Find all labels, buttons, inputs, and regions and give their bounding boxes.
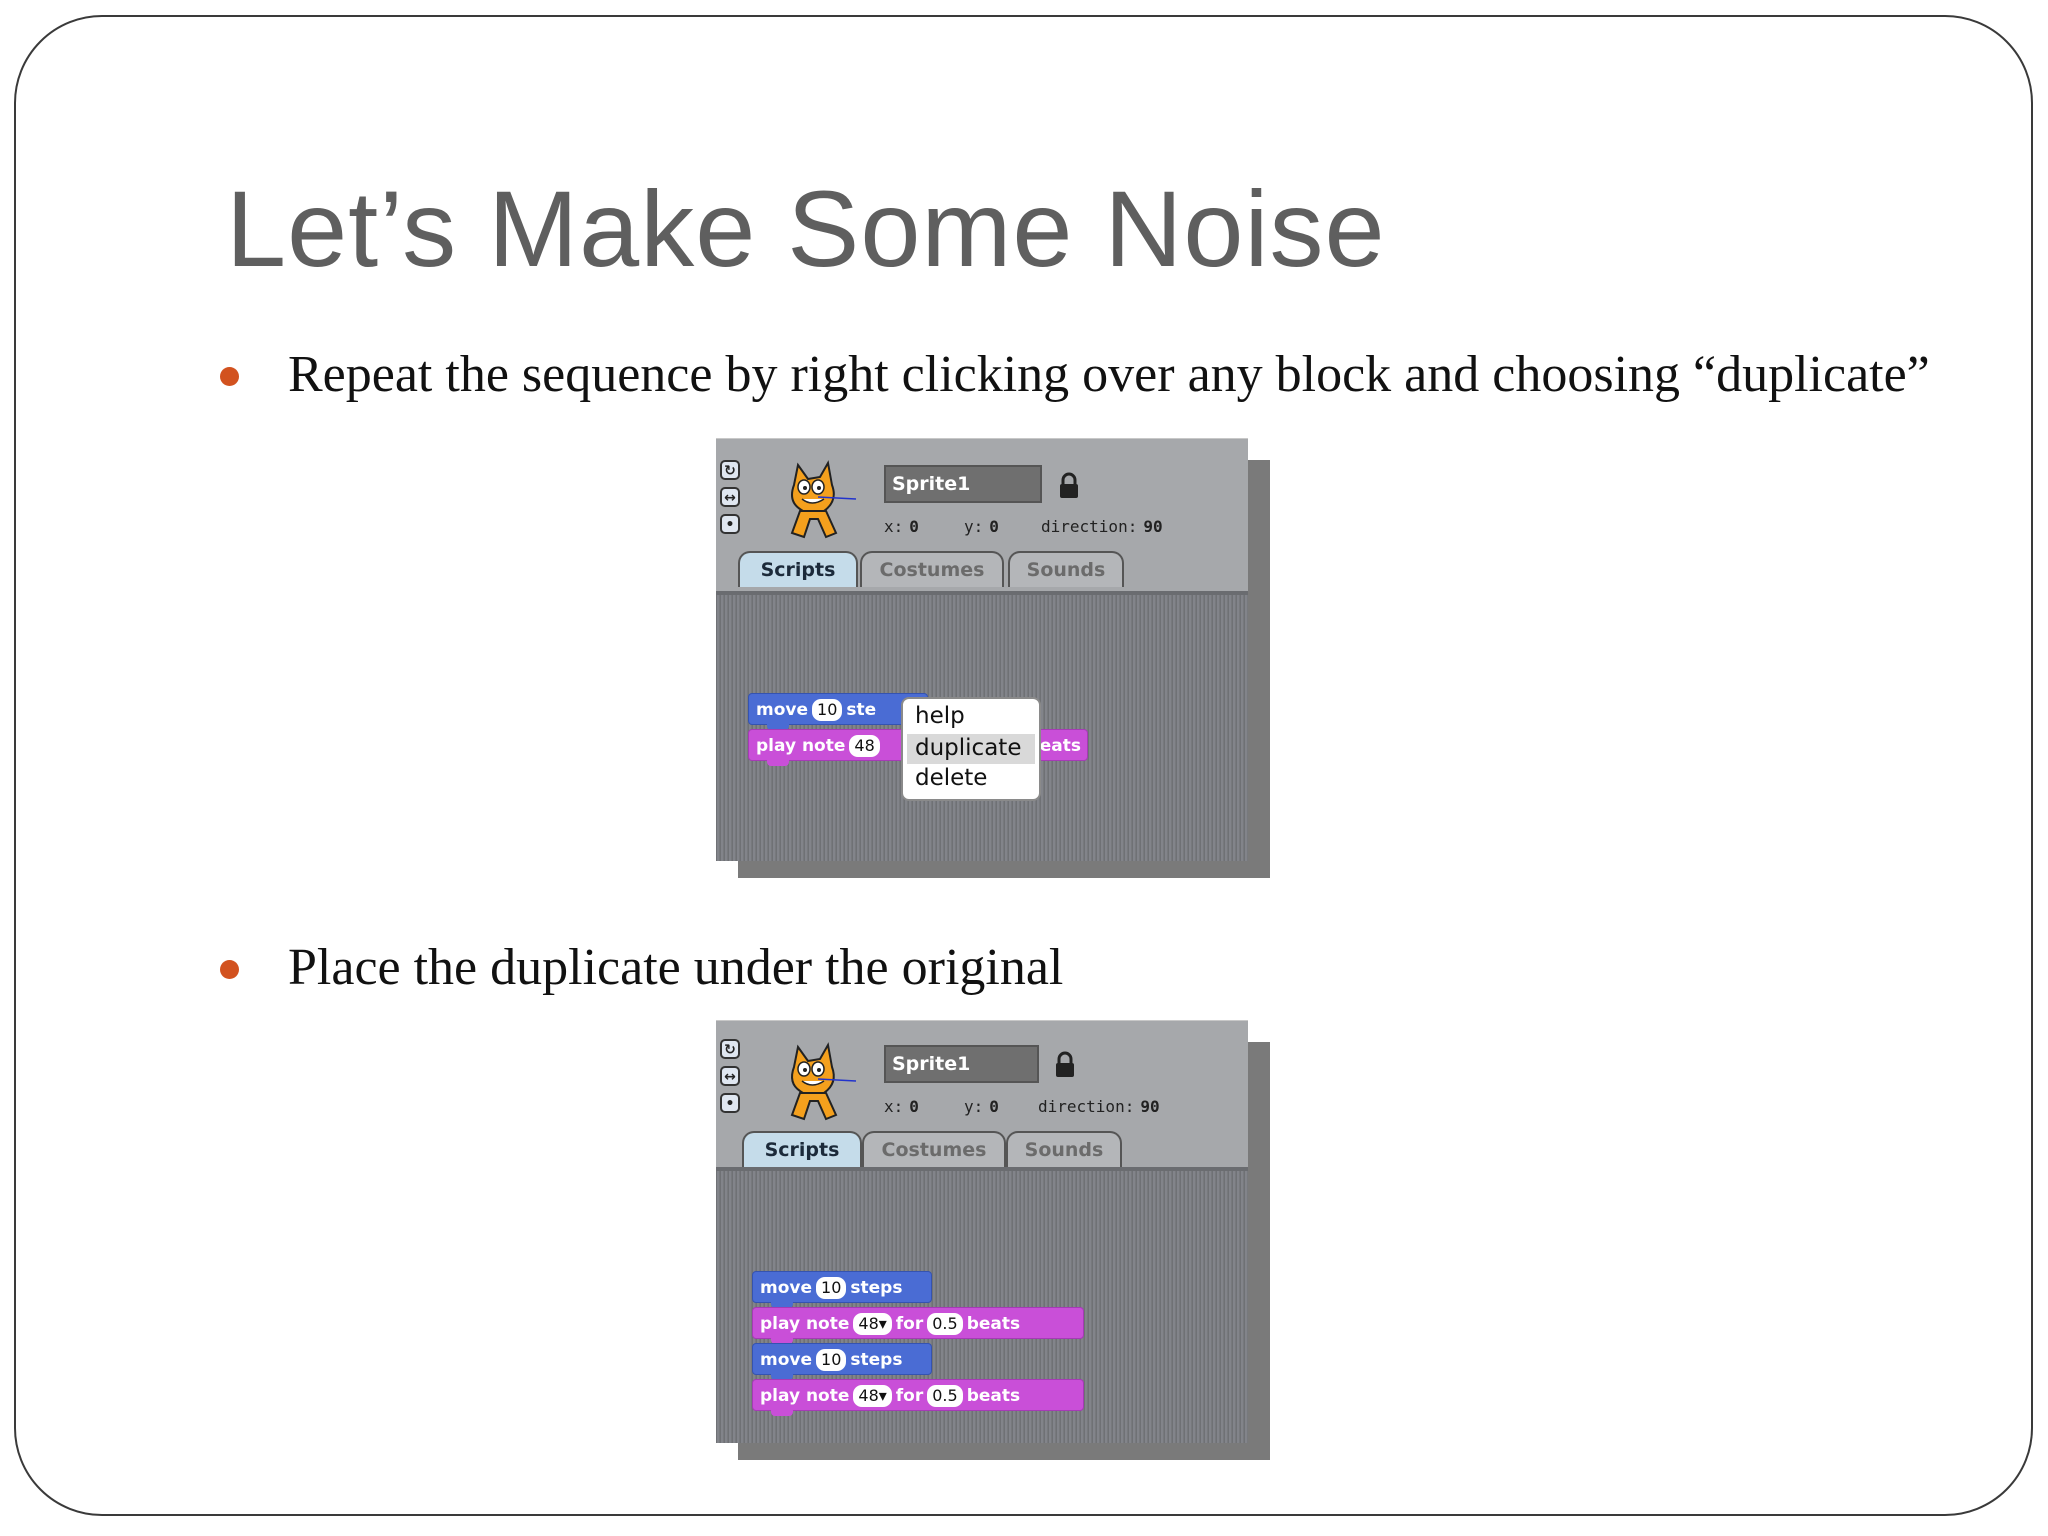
tab-scripts[interactable]: Scripts (738, 551, 858, 587)
no-rotate-tool-icon[interactable]: • (720, 514, 740, 534)
bullet-dot (220, 960, 239, 979)
y-readout: y: 0 (964, 517, 999, 536)
bullet-text: Repeat the sequence by right clicking ov… (288, 346, 1930, 403)
sprite-name-field[interactable]: Sprite1 (884, 1045, 1039, 1083)
flip-tool-icon[interactable]: ↔ (720, 1066, 740, 1086)
tab-costumes[interactable]: Costumes (860, 551, 1004, 587)
tab-sounds[interactable]: Sounds (1008, 551, 1124, 587)
sprite-name-field[interactable]: Sprite1 (884, 465, 1042, 503)
no-rotate-tool-icon[interactable]: • (720, 1093, 740, 1113)
context-menu: help duplicate delete (901, 697, 1041, 801)
scratch-window: ↻ ↔ • Sprite1 x: 0 y: 0 direction: 90 Scrip… (716, 1020, 1248, 1443)
lock-icon[interactable] (1058, 472, 1080, 500)
menu-item-duplicate[interactable]: duplicate (915, 735, 1021, 761)
menu-item-help[interactable]: help (915, 703, 965, 729)
rotate-tool-icon[interactable]: ↻ (720, 460, 740, 480)
cat-sprite-icon (790, 1042, 857, 1121)
menu-item-delete[interactable]: delete (915, 765, 987, 791)
play-note-block[interactable]: play note 48▾ for 0.5 beats (752, 1307, 1084, 1344)
bullet-text: Place the duplicate under the original (288, 939, 1064, 996)
scratch-window: ↻ ↔ • Sprite1 x: 0 y: 0 direction: 90 Scrip… (716, 438, 1248, 861)
cat-sprite-icon (790, 460, 857, 539)
lock-icon[interactable] (1054, 1051, 1076, 1079)
scratch-panel-duplicated: ↻ ↔ • Sprite1 x: 0 y: 0 direction: 90 Scrip… (716, 1020, 1270, 1460)
tab-scripts[interactable]: Scripts (742, 1131, 862, 1167)
move-block[interactable]: move 10 steps (752, 1271, 932, 1308)
flip-tool-icon[interactable]: ↔ (720, 487, 740, 507)
tab-costumes[interactable]: Costumes (862, 1131, 1006, 1167)
direction-readout: direction: 90 (1041, 517, 1163, 536)
bullet-dot (220, 367, 239, 386)
y-readout: y: 0 (964, 1097, 999, 1116)
scratch-panel-context-menu: ↻ ↔ • Sprite1 x: 0 y: 0 direction: 90 Scrip… (716, 438, 1270, 878)
tab-sounds[interactable]: Sounds (1006, 1131, 1122, 1167)
play-note-block[interactable]: play note 48▾ for 0.5 beats (752, 1379, 1084, 1416)
rotate-tool-icon[interactable]: ↻ (720, 1039, 740, 1059)
move-block[interactable]: move 10 steps (752, 1343, 932, 1380)
x-readout: x: 0 (884, 1097, 919, 1116)
slide-title: Let’s Make Some Noise (226, 168, 1386, 289)
x-readout: x: 0 (884, 517, 919, 536)
direction-readout: direction: 90 (1038, 1097, 1160, 1116)
